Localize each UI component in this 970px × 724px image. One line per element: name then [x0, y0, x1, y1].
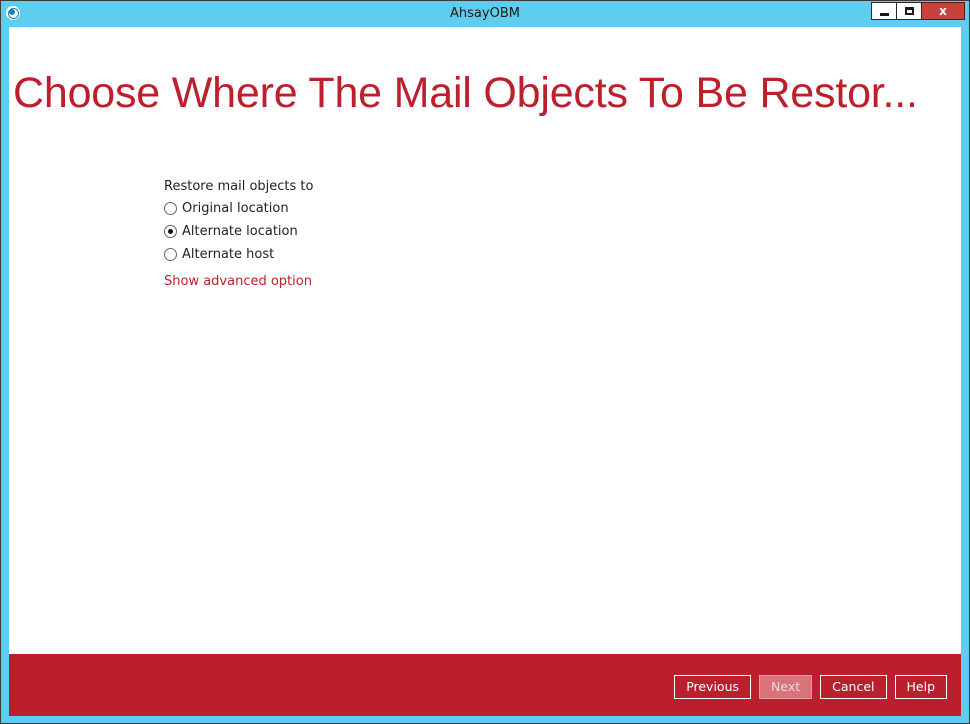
radio-button[interactable]	[164, 248, 177, 261]
footer-buttons: Previous Next Cancel Help	[666, 675, 947, 699]
close-button[interactable]: x	[921, 2, 965, 20]
minimize-button[interactable]	[871, 2, 897, 20]
radio-label: Alternate location	[182, 224, 298, 239]
show-advanced-option-link[interactable]: Show advanced option	[164, 272, 313, 292]
restore-options-group: Restore mail objects to Original locatio…	[164, 177, 313, 292]
footer-bar: Previous Next Cancel Help	[9, 654, 961, 716]
close-icon: x	[939, 4, 947, 18]
maximize-icon	[905, 7, 914, 15]
radio-original-location[interactable]: Original location	[164, 197, 313, 220]
title-bar[interactable]: AhsayOBM x	[1, 1, 969, 27]
next-button[interactable]: Next	[759, 675, 813, 699]
radio-button-selected[interactable]	[164, 225, 177, 238]
help-button[interactable]: Help	[894, 675, 947, 699]
main-content: Choose Where The Mail Objects To Be Rest…	[9, 27, 961, 654]
window-title: AhsayOBM	[450, 6, 520, 21]
previous-button[interactable]: Previous	[674, 675, 752, 699]
window-controls: x	[871, 2, 965, 20]
radio-alternate-host[interactable]: Alternate host	[164, 243, 313, 266]
radio-label: Original location	[182, 201, 289, 216]
maximize-button[interactable]	[896, 2, 922, 20]
radio-label: Alternate host	[182, 247, 275, 262]
radio-button[interactable]	[164, 202, 177, 215]
cancel-button[interactable]: Cancel	[820, 675, 887, 699]
restore-group-label: Restore mail objects to	[164, 179, 314, 194]
radio-alternate-location[interactable]: Alternate location	[164, 220, 313, 243]
minimize-icon	[880, 13, 889, 16]
page-title: Choose Where The Mail Objects To Be Rest…	[13, 69, 918, 117]
app-window: AhsayOBM x Choose Where The Mail Objects…	[0, 0, 970, 724]
